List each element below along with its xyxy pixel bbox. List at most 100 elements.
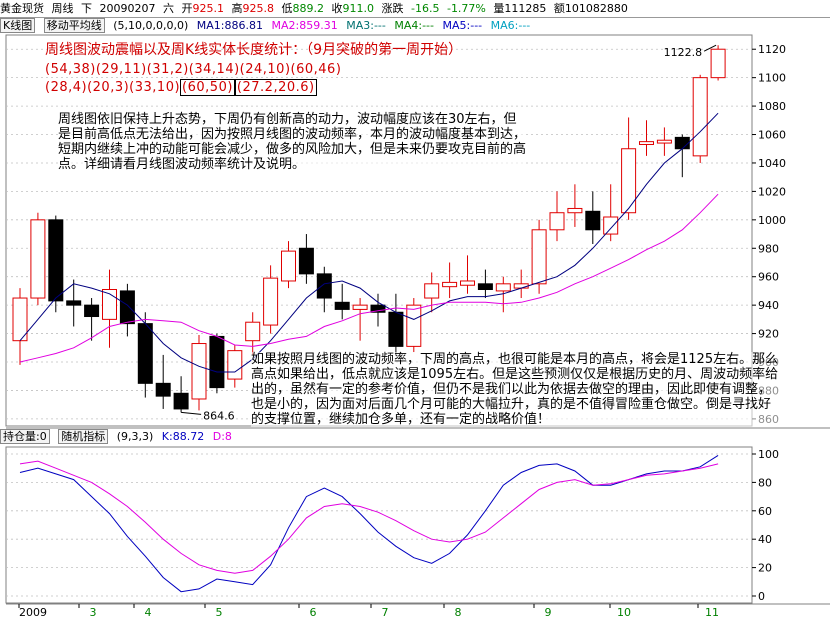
candle-body	[30, 219, 46, 299]
indicator-y-tick-label: 80	[758, 476, 772, 489]
x-month-label: 4	[145, 606, 152, 619]
candle-body	[603, 216, 619, 235]
candle-body	[477, 283, 493, 291]
indicator-y-tick-label: 100	[758, 448, 779, 461]
candle-body	[298, 247, 314, 275]
candle-body	[567, 207, 583, 214]
candle	[209, 333, 225, 394]
x-month-label: 8	[455, 606, 462, 619]
candle-body	[263, 277, 279, 326]
candle-body	[137, 323, 153, 384]
candle	[656, 127, 672, 156]
candle-body	[460, 280, 475, 286]
candle-body	[352, 304, 368, 310]
candle	[710, 45, 726, 81]
chart-window: 黄金现货 周线 下 20090207 六 开925.1 高925.8 低889.…	[0, 0, 830, 621]
candle	[173, 376, 189, 413]
candle	[316, 266, 332, 313]
candle-body	[388, 311, 404, 347]
indicator-y-tick-label: 60	[758, 505, 772, 518]
y-tick-label: 1040	[758, 157, 786, 170]
candle-body	[48, 219, 64, 302]
candle	[477, 269, 493, 299]
d-line	[19, 460, 719, 574]
candle	[281, 241, 296, 289]
annotation-row2: (28,4)(20,3)(33,10) (60,50) (27.2,20.6)	[45, 79, 317, 96]
y-tick-label: 1100	[758, 72, 786, 85]
x-month-label: 5	[216, 606, 223, 619]
annotation-para1: 周线图依旧保持上升态势，下周仍有创新高的动力，波动幅度应该在30左右，但是目前高…	[58, 112, 527, 172]
y-tick-label: 1060	[758, 129, 786, 142]
candle-body	[621, 148, 637, 214]
y-tick-label: 940	[758, 299, 779, 312]
y-tick-label: 960	[758, 271, 779, 284]
candle	[674, 134, 690, 178]
x-month-label: 10	[617, 606, 631, 619]
candle	[245, 312, 261, 355]
candle-body	[155, 382, 171, 397]
candle-body	[316, 273, 332, 299]
x-month-label: 2009	[19, 606, 47, 619]
candle-body	[84, 304, 100, 318]
y-tick-label: 1080	[758, 100, 786, 113]
candle	[388, 293, 404, 355]
candle-body	[406, 304, 422, 347]
candle-body	[227, 350, 243, 380]
x-month-label: 7	[382, 606, 389, 619]
candle	[460, 255, 475, 294]
candle-body	[531, 229, 547, 285]
candle	[12, 288, 28, 365]
x-month-label: 9	[545, 606, 552, 619]
candle	[406, 298, 422, 353]
k-line	[19, 454, 719, 593]
x-month-label: 11	[705, 606, 719, 619]
annotation-row2c: (27.2,20.6)	[234, 79, 317, 96]
annotation-para2: 如果按照月线图的波动频率，下周的高点，也很可能是本月的高点，将会是1125左右。…	[251, 352, 781, 427]
y-tick-label: 920	[758, 328, 779, 341]
candle	[263, 265, 279, 334]
x-month-label: 6	[310, 606, 317, 619]
y-tick-label: 1120	[758, 43, 786, 56]
candle-body	[549, 212, 565, 231]
candle-body	[191, 343, 207, 400]
candle	[585, 191, 601, 245]
candle-body	[674, 136, 690, 150]
annotation-row2b: (60,50)	[180, 79, 235, 96]
candle-body	[424, 283, 440, 299]
candle	[227, 344, 243, 388]
y-tick-label: 1000	[758, 214, 786, 227]
candle	[621, 117, 637, 220]
annotation-row1: (54,38)(29,11)(31,2)(34,14)(24,10)(60,46…	[45, 62, 342, 77]
candle	[549, 191, 565, 242]
candle-body	[119, 290, 135, 325]
candle-body	[710, 48, 726, 79]
candle-body	[209, 335, 225, 389]
candle	[191, 335, 207, 411]
annotation-title: 周线图波动震幅以及周K线实体长度统计：（9月突破的第一周开始）	[45, 42, 463, 58]
candle-body	[281, 250, 296, 282]
candle	[66, 279, 82, 327]
indicator-y-tick-label: 20	[758, 562, 772, 575]
candle	[692, 74, 708, 163]
candle-body	[513, 283, 529, 289]
high-mark-label: 1122.8	[664, 46, 703, 59]
y-tick-label: 1020	[758, 185, 786, 198]
candle-body	[495, 283, 511, 292]
x-month-label: 3	[90, 606, 97, 619]
candle-body	[334, 301, 350, 310]
candle	[639, 120, 654, 156]
low-mark-label: 864.6	[203, 409, 235, 422]
candle-body	[656, 139, 672, 144]
candle-body	[585, 210, 601, 231]
candle	[137, 312, 153, 398]
candle-body	[66, 300, 82, 306]
candle	[567, 184, 583, 227]
candle-body	[692, 77, 708, 157]
candle	[442, 262, 458, 299]
candle	[334, 283, 350, 320]
candle-body	[442, 281, 458, 288]
low-mark-pointer	[181, 411, 202, 415]
candle	[603, 184, 619, 242]
candle	[513, 269, 529, 299]
candle	[352, 298, 368, 341]
